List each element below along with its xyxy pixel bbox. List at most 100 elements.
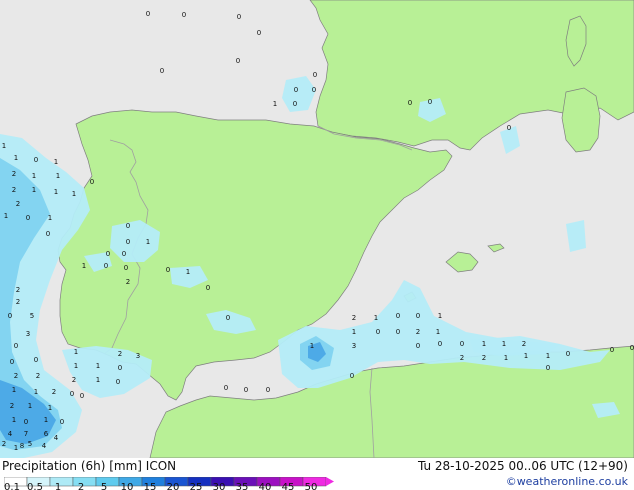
precip-value-label: 0	[294, 86, 298, 94]
precip-value-label: 1	[504, 354, 508, 362]
precip-value-label: 1	[482, 340, 486, 348]
color-scale-tick-label: 20	[166, 482, 180, 490]
color-scale-tick-label: 25	[189, 482, 203, 490]
precip-value-label: 2	[126, 278, 130, 286]
precip-value-label: 1	[34, 388, 38, 396]
precip-value-label: 1	[273, 100, 277, 108]
precip-value-label: 0	[70, 390, 74, 398]
precip-value-label: 0	[146, 10, 150, 18]
precip-value-label: 2	[12, 170, 16, 178]
land-sardinia	[561, 87, 601, 153]
precip-value-label: 4	[42, 442, 47, 450]
color-scale-tick-label: 45	[281, 482, 295, 490]
precip-value-label: 1	[72, 190, 76, 198]
precip-value-label: 0	[126, 222, 130, 230]
precip-value-label: 0	[224, 384, 228, 392]
precip-value-label: 0	[237, 13, 241, 21]
color-scale-tick-label: 0.5	[27, 482, 43, 490]
precip-value-label: 8	[20, 442, 24, 450]
precip-value-label: 0	[313, 71, 317, 79]
precip-value-label: 1	[438, 312, 442, 320]
credit-link[interactable]: ©weatheronline.co.uk	[506, 475, 628, 488]
precip-value-label: 2	[16, 286, 20, 294]
map-footer: Precipitation (6h) [mm] ICON Tu 28-10-20…	[0, 458, 634, 490]
precip-value-label: 0	[34, 156, 38, 164]
precip-value-label: 1	[74, 362, 78, 370]
precip-value-label: 0	[80, 392, 84, 400]
precip-value-label: 2	[16, 298, 20, 306]
precip-value-label: 0	[118, 364, 122, 372]
precip-value-label: 0	[226, 314, 230, 322]
precip-value-label: 1	[32, 172, 36, 180]
color-scale-swatch	[49, 476, 74, 487]
precip-value-label: 3	[26, 330, 30, 338]
precip-value-label: 0	[116, 378, 120, 386]
precip-value-label: 1	[54, 188, 58, 196]
precip-value-label: 0	[610, 346, 614, 354]
precip-value-label: 1	[14, 444, 18, 452]
precip-value-label: 1	[502, 340, 506, 348]
color-scale-tick-label: 15	[143, 482, 157, 490]
color-scale-tick-label: 50	[304, 482, 318, 490]
precip-value-label: 2	[460, 354, 464, 362]
precip-value-label: 0	[182, 11, 186, 19]
precip-value-label: 2	[2, 440, 6, 448]
precip-value-label: 1	[82, 262, 86, 270]
precip-value-label: 1	[32, 186, 36, 194]
color-scale-tick-label: 5	[100, 482, 108, 490]
precip-value-label: 0	[396, 328, 400, 336]
forecast-run-time: Tu 28-10-2025 00..06 UTC (12+90)	[417, 459, 628, 473]
precip-value-label: 5	[30, 312, 34, 320]
precip-value-label: 1	[146, 238, 150, 246]
precip-value-label: 0	[126, 238, 130, 246]
precip-value-label: 1	[74, 348, 78, 356]
precip-value-label: 0	[293, 100, 297, 108]
precip-value-label: 1	[352, 328, 356, 336]
precip-value-label: 0	[350, 372, 354, 380]
precip-value-label: 4	[8, 430, 13, 438]
precip-value-label: 5	[28, 440, 32, 448]
precip-value-label: 0	[8, 312, 12, 320]
color-scale-tick-label: 1	[54, 482, 62, 490]
precip-value-label: 2	[522, 340, 526, 348]
precip-value-label: 0	[34, 356, 38, 364]
precip-value-label: 1	[28, 402, 32, 410]
precip-value-label: 0	[236, 57, 240, 65]
precip-value-label: 0	[244, 386, 248, 394]
precip-value-label: 1	[524, 352, 528, 360]
color-scale-tick-label: 30	[212, 482, 226, 490]
precipitation-map[interactable]: 0000000100000011012112111210100220530002…	[0, 0, 634, 458]
color-scale-tick-label: 40	[258, 482, 272, 490]
precip-value-label: 1	[96, 376, 100, 384]
precip-value-label: 0	[416, 342, 420, 350]
color-scale-swatch	[72, 476, 97, 487]
precip-value-label: 0	[416, 312, 420, 320]
precip-value-label: 0	[566, 350, 570, 358]
precip-value-label: 1	[186, 268, 190, 276]
precip-value-label: 7	[24, 430, 28, 438]
precip-value-label: 1	[48, 214, 52, 222]
precip-value-label: 0	[428, 98, 432, 106]
precip-value-label: 2	[72, 376, 76, 384]
precip-value-label: 0	[507, 124, 511, 132]
precip-value-label: 1	[374, 314, 378, 322]
precip-value-label: 1	[54, 158, 58, 166]
precip-value-label: 2	[10, 402, 14, 410]
color-scale-tick-label: 0.1	[4, 482, 20, 490]
precip-value-label: 0	[90, 178, 94, 186]
precip-value-label: 4	[54, 434, 59, 442]
precip-value-label: 2	[352, 314, 356, 322]
precip-value-label: 0	[106, 250, 110, 258]
precip-value-label: 2	[118, 350, 122, 358]
color-scale-swatch	[95, 476, 120, 487]
precip-value-label: 6	[44, 430, 49, 438]
precip-value-label: 0	[166, 266, 170, 274]
precip-value-label: 0	[104, 262, 108, 270]
precip-value-label: 0	[257, 29, 261, 37]
precip-value-label: 0	[630, 344, 634, 352]
precip-value-label: 1	[436, 328, 440, 336]
precip-value-label: 0	[124, 264, 128, 272]
precip-value-label: 0	[460, 340, 464, 348]
precip-value-label: 0	[26, 214, 30, 222]
precip-value-label: 1	[14, 154, 18, 162]
